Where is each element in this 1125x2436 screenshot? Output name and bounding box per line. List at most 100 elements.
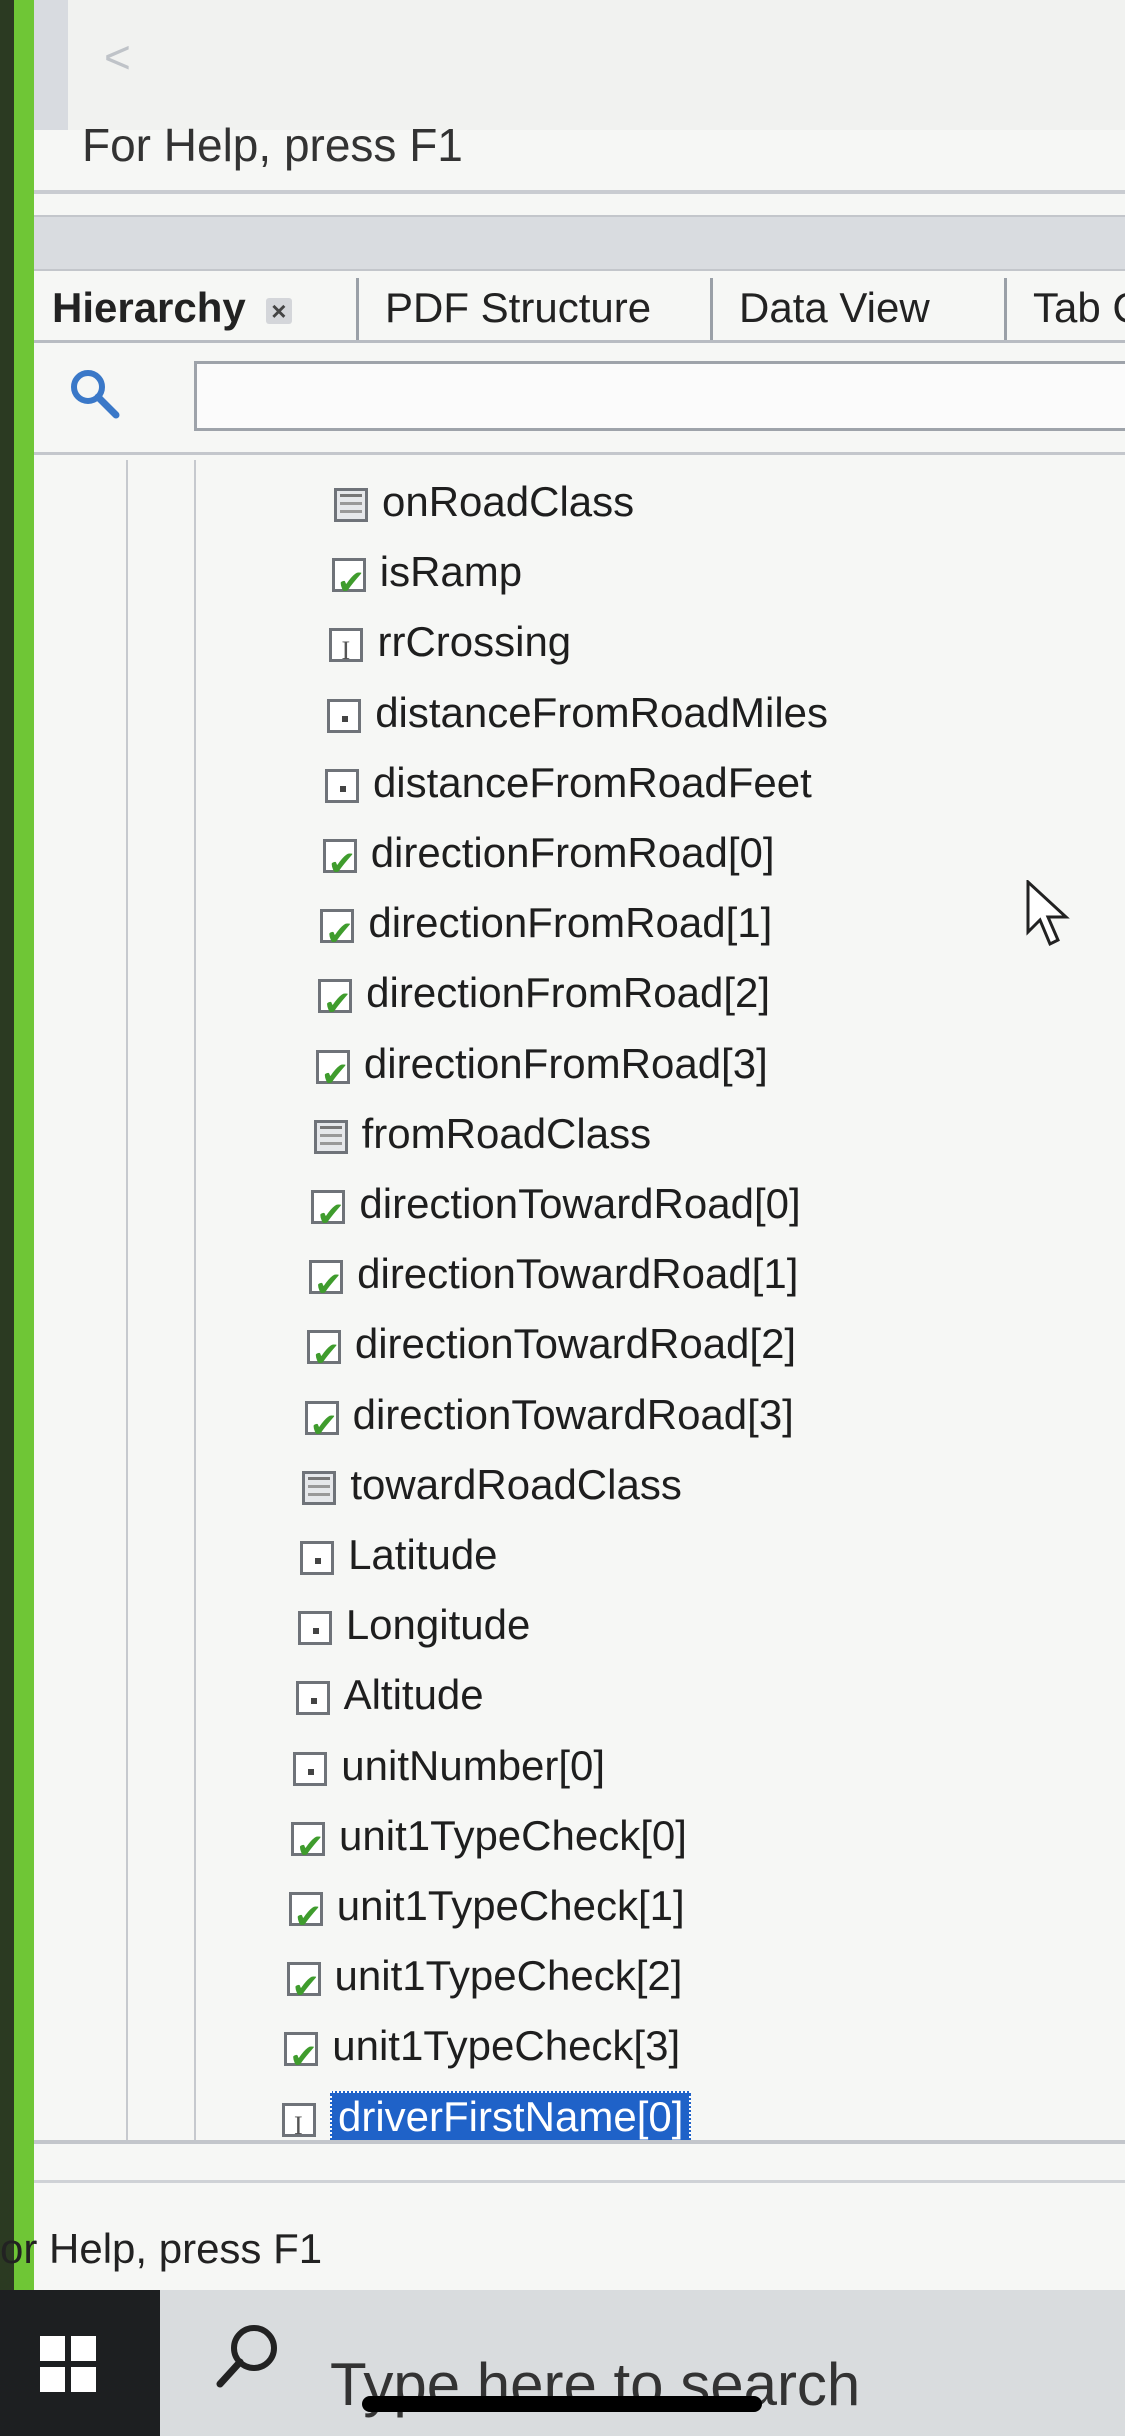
checkbox-icon xyxy=(322,832,357,896)
checkbox-icon xyxy=(320,902,355,966)
tree-item[interactable]: unitNumber[0] xyxy=(293,1734,605,1798)
tree-item[interactable]: directionTowardRoad[3] xyxy=(304,1383,794,1458)
numeric-field-icon xyxy=(327,698,362,733)
tree-item-label: distanceFromRoadFeet xyxy=(372,758,812,806)
tree-item-label: directionFromRoad[0] xyxy=(370,829,775,876)
tree-item[interactable]: unit1TypeCheck[2] xyxy=(286,1944,683,2019)
divider xyxy=(34,2180,1125,2183)
hierarchy-tree: onRoadClass isRamp rrCrossing distanceFromR… xyxy=(34,460,1125,2158)
combo-box-icon xyxy=(313,1119,348,1154)
checkbox-icon xyxy=(284,2025,319,2089)
checkbox-icon xyxy=(315,1043,350,1107)
checkbox-icon xyxy=(306,1323,341,1387)
tree-guide-line xyxy=(194,460,196,2140)
tree-item[interactable]: isRamp xyxy=(331,540,523,615)
tree-item[interactable]: Latitude xyxy=(300,1523,498,1587)
numeric-field-icon xyxy=(297,1611,332,1646)
tree-item-label: towardRoadClass xyxy=(350,1460,682,1508)
numeric-field-icon xyxy=(295,1681,330,1716)
tree-item-label: directionFromRoad[2] xyxy=(366,969,771,1017)
mouse-pointer-icon xyxy=(1026,880,1070,947)
tree-item-label: fromRoadClass xyxy=(361,1109,652,1157)
tab-hierarchy-label: Hierarchy xyxy=(52,284,246,331)
tree-item[interactable]: directionTowardRoad[2] xyxy=(306,1312,796,1387)
panel-tabs: Hierarchy × PDF Structure Data View Tab C xyxy=(34,270,1125,343)
tree-item[interactable]: unit1TypeCheck[1] xyxy=(288,1874,685,1949)
combo-box-icon xyxy=(334,487,368,522)
numeric-field-icon xyxy=(293,1751,328,1786)
tree-item-label: distanceFromRoadMiles xyxy=(375,688,829,736)
tree-item[interactable]: fromRoadClass xyxy=(313,1102,652,1166)
search-row xyxy=(34,345,1125,445)
divider xyxy=(34,452,1125,455)
tree-item-label: onRoadClass xyxy=(382,478,635,525)
divider xyxy=(34,190,1125,194)
tree-item[interactable]: unit1TypeCheck[0] xyxy=(291,1804,687,1879)
checkbox-icon xyxy=(304,1394,339,1458)
tree-item[interactable]: distanceFromRoadFeet xyxy=(324,751,812,815)
tree-item-label: Longitude xyxy=(345,1601,531,1649)
tree-item[interactable]: rrCrossing xyxy=(329,610,572,683)
combo-box-icon xyxy=(302,1470,337,1505)
tree-item[interactable]: onRoadClass xyxy=(334,470,634,534)
desktop-edge xyxy=(0,0,34,2290)
tab-pdf-structure[interactable]: PDF Structure xyxy=(356,278,651,340)
tree-item-label: directionTowardRoad[3] xyxy=(352,1390,794,1438)
close-icon[interactable]: × xyxy=(265,297,292,324)
windows-taskbar: Type here to search xyxy=(0,2290,1125,2436)
tree-item-label: unit1TypeCheck[1] xyxy=(336,1882,685,1929)
numeric-field-icon xyxy=(300,1540,335,1575)
checkbox-icon xyxy=(288,1885,323,1949)
checkbox-icon xyxy=(311,1183,346,1247)
tree-item-label: driverFirstName[0] xyxy=(330,2090,692,2142)
top-status-strip: < xyxy=(34,0,1125,130)
tab-pdf-structure-label: PDF Structure xyxy=(385,284,652,331)
status-bar-text: For Help, press F1 xyxy=(82,119,463,171)
scrollbar-track[interactable] xyxy=(34,0,68,130)
tree-item[interactable]: directionTowardRoad[0] xyxy=(311,1172,801,1247)
checkbox-icon xyxy=(286,1955,321,2019)
tree-item-label: rrCrossing xyxy=(377,618,572,666)
tab-tab-c[interactable]: Tab C xyxy=(1004,278,1125,340)
taskbar-search-icon[interactable] xyxy=(210,2316,290,2396)
tree-item[interactable]: towardRoadClass xyxy=(302,1453,682,1517)
tree-item[interactable]: Longitude xyxy=(297,1593,531,1657)
tree-item-label: directionFromRoad[3] xyxy=(363,1039,768,1087)
tree-item-label: unit1TypeCheck[2] xyxy=(334,1952,683,2000)
text-field-icon xyxy=(329,619,364,683)
tree-item-label: unit1TypeCheck[0] xyxy=(339,1811,687,1859)
tree-guide-line xyxy=(126,460,128,2140)
tree-item-label: Latitude xyxy=(348,1531,498,1578)
tree-item-label: isRamp xyxy=(379,548,523,596)
numeric-field-icon xyxy=(324,768,359,803)
tab-tab-c-label: Tab C xyxy=(1033,284,1125,331)
tree-item[interactable]: directionFromRoad[0] xyxy=(322,821,775,896)
tree-item-label: directionFromRoad[1] xyxy=(368,899,773,947)
checkbox-icon xyxy=(331,551,366,615)
tree-item-label: directionTowardRoad[1] xyxy=(357,1250,799,1298)
checkbox-icon xyxy=(291,1815,326,1879)
search-icon[interactable] xyxy=(64,363,124,423)
tree-item[interactable]: driverFirstName[0] xyxy=(282,2085,692,2158)
checkbox-icon xyxy=(309,1253,344,1317)
tree-item[interactable]: Altitude xyxy=(295,1663,484,1727)
start-button[interactable] xyxy=(0,2290,160,2436)
tree-item[interactable]: directionTowardRoad[1] xyxy=(309,1242,799,1317)
tree-item[interactable]: directionFromRoad[3] xyxy=(315,1032,768,1107)
panel-splitter[interactable] xyxy=(34,215,1125,271)
windows-logo-icon xyxy=(40,2336,96,2392)
tree-item[interactable]: directionFromRoad[1] xyxy=(320,891,773,966)
tree-item[interactable]: unit1TypeCheck[3] xyxy=(284,2014,681,2089)
tab-data-view[interactable]: Data View xyxy=(710,278,930,340)
search-input[interactable] xyxy=(194,361,1125,431)
tree-item-label: directionTowardRoad[0] xyxy=(359,1180,801,1227)
tree-item[interactable]: directionFromRoad[2] xyxy=(318,961,771,1036)
tree-item-label: Altitude xyxy=(343,1671,484,1719)
home-indicator xyxy=(362,2396,762,2412)
tab-hierarchy[interactable]: Hierarchy × xyxy=(52,278,292,340)
text-field-icon xyxy=(282,2094,316,2158)
tree-item[interactable]: distanceFromRoadMiles xyxy=(327,681,828,745)
tree-item-label: unit1TypeCheck[3] xyxy=(332,2022,681,2070)
back-arrow-icon[interactable]: < xyxy=(104,30,131,84)
app-window: < For Help, press F1 Hierarchy × PDF Stru… xyxy=(0,0,1125,2290)
